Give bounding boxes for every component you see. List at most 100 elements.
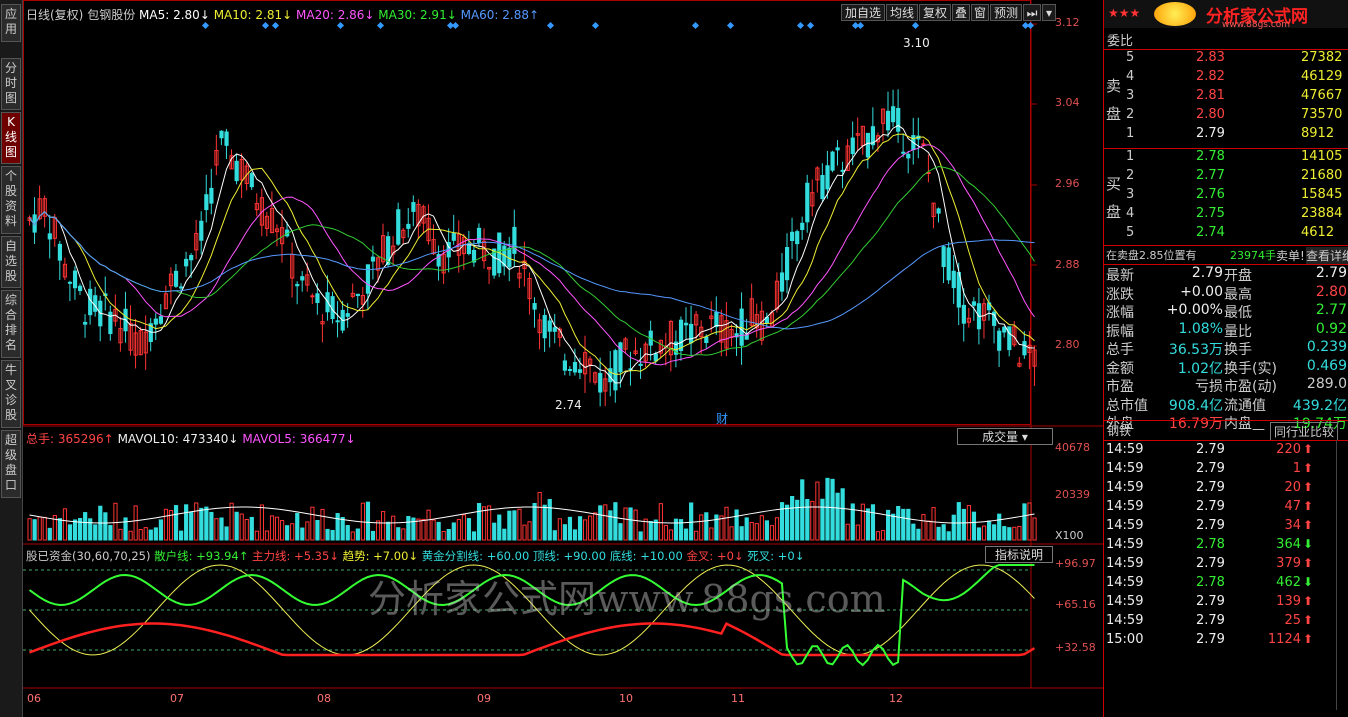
candle-body (638, 363, 643, 366)
sanhu-label: 散户线: +93.94↑ (154, 549, 249, 563)
volume-bar (951, 514, 956, 541)
ma-button[interactable]: 均线 (886, 4, 918, 21)
ma30-label: MA30: 2.91↓ (378, 8, 457, 22)
buy-level-row[interactable]: 3 2.76 15845 (1104, 187, 1348, 206)
volume-bar (280, 520, 285, 541)
volume-bar (1007, 527, 1012, 541)
sell-volume: 27382 (1301, 50, 1343, 65)
volume-bar (1032, 517, 1037, 541)
chart-area[interactable]: 日线(复权) 包钢股份 MA5: 2.80↓ MA10: 2.81↓ MA20:… (23, 0, 1103, 717)
tick-time: 14:59 (1106, 613, 1144, 628)
mavol5-label: MAVOL5: 366477↓ (242, 432, 356, 446)
candle-body (67, 281, 73, 284)
adjust-button[interactable]: 复权 (919, 4, 951, 21)
ma5-line (29, 124, 1035, 384)
volume-bar (330, 529, 335, 541)
nav-end-button[interactable]: ⏭ (1023, 4, 1041, 21)
tab-watchlist[interactable]: 自选股 (1, 236, 21, 288)
candle-body (820, 174, 825, 200)
signal-diamond-icon (691, 21, 700, 30)
indicator-tick: +96.97 (1055, 557, 1096, 570)
notice-detail-link[interactable]: 查看详细 (1306, 247, 1348, 264)
signal-diamond-icon (376, 21, 385, 30)
volume-bar (648, 520, 653, 541)
tab-ranking[interactable]: 综合排名 (1, 290, 21, 358)
buy-level-row[interactable]: 2 2.77 21680 (1104, 168, 1348, 187)
volume-bar (72, 519, 78, 541)
volume-bar (618, 523, 623, 541)
volume-bar (830, 478, 835, 541)
volume-bar (714, 514, 719, 541)
order-ratio-label: 委比 (1107, 34, 1134, 49)
quote-value: 439.2亿 (1292, 397, 1347, 414)
volume-bar (547, 498, 552, 541)
candle-body (406, 223, 411, 229)
volume-bar (613, 502, 618, 541)
window-button[interactable]: 窗 (971, 4, 989, 21)
tab-intraday[interactable]: 分时图 (1, 58, 21, 110)
volume-bar (1002, 526, 1007, 541)
candle-body (704, 336, 709, 344)
sell-level-row[interactable]: 4 2.82 46129 (1104, 69, 1348, 88)
candle-body (315, 293, 320, 303)
sell-level-row[interactable]: 3 2.81 47667 (1104, 88, 1348, 107)
signal-diamond-icon (911, 21, 920, 30)
mavol10-label: MAVOL10: 473340↓ (117, 432, 239, 446)
volume-header: 总手: 365296↑ MAVOL10: 473340↓ MAVOL5: 366… (26, 430, 356, 447)
indicator-help-button[interactable]: 指标说明 (985, 546, 1053, 563)
buy-level-row[interactable]: 4 2.75 23884 (1104, 206, 1348, 225)
bottom-line-label: 底线: +10.00 (609, 549, 683, 563)
candle-body (567, 368, 573, 371)
volume-bar (709, 527, 714, 541)
volume-bar (795, 499, 800, 541)
volume-bar (906, 508, 911, 541)
candle-body (1002, 326, 1007, 333)
add-watchlist-button[interactable]: 加自选 (841, 4, 885, 21)
volume-bar (466, 518, 472, 541)
candle-body (891, 106, 896, 123)
tab-stock-info[interactable]: 个股资料 (1, 166, 21, 234)
candle-body (684, 322, 689, 326)
volume-bar (158, 519, 164, 541)
signal-diamond-icon (856, 21, 865, 30)
death-cross-label: 死叉: +0↓ (747, 549, 805, 563)
industry-compare-button[interactable]: 同行业比较 (1270, 422, 1339, 441)
forecast-button[interactable]: 预测 (990, 4, 1022, 21)
golden-line-label: 黄金分割线: +60.00 (421, 549, 530, 563)
scrollbar-track[interactable] (1336, 440, 1337, 710)
volume-bar (179, 530, 184, 541)
quote-label: 最低 (1224, 305, 1252, 321)
volume-bar (83, 512, 88, 541)
overlay-button[interactable]: 叠 (952, 4, 970, 21)
volume-bar (461, 514, 466, 541)
volume-tick: 20339 (1055, 488, 1090, 501)
buy-level-row[interactable]: 1 2.78 14105 (1104, 149, 1348, 168)
volume-bar (325, 528, 330, 541)
volume-bar (557, 518, 562, 541)
volume-bar (911, 523, 916, 541)
sell-level-row[interactable]: 5 2.83 27382 (1104, 50, 1348, 69)
volume-bar (148, 529, 153, 541)
volume-bar (744, 517, 749, 541)
menu-dropdown-icon[interactable]: ▾ (1042, 4, 1056, 21)
finance-marker[interactable]: 财 (716, 410, 728, 427)
quote-label: 市盈 (1106, 379, 1134, 395)
quote-label: 振幅 (1106, 323, 1134, 340)
volume-bar (981, 525, 987, 541)
tab-kline[interactable]: K线图 (1, 112, 21, 164)
candle-body (335, 320, 340, 323)
tab-super-quote[interactable]: 超级盘口 (1, 430, 21, 498)
volume-bar (860, 503, 865, 541)
tab-apps[interactable]: 应用 (1, 4, 21, 42)
sell-level-row[interactable]: 2 2.80 73570 (1104, 107, 1348, 126)
quote-value: 2.79 (1191, 265, 1223, 281)
volume-bar (436, 521, 441, 541)
buy-level-row[interactable]: 5 2.74 4612 (1104, 225, 1348, 244)
tab-diagnose[interactable]: 牛叉诊股 (1, 360, 21, 428)
candle-body (57, 243, 62, 261)
volume-bar (1017, 525, 1022, 541)
volume-selector[interactable]: 成交量 ▾ (957, 428, 1053, 445)
month-label: 11 (731, 692, 745, 705)
sell-level-row[interactable]: 1 2.79 8912 (1104, 126, 1348, 145)
level-num: 5 (1126, 50, 1135, 65)
